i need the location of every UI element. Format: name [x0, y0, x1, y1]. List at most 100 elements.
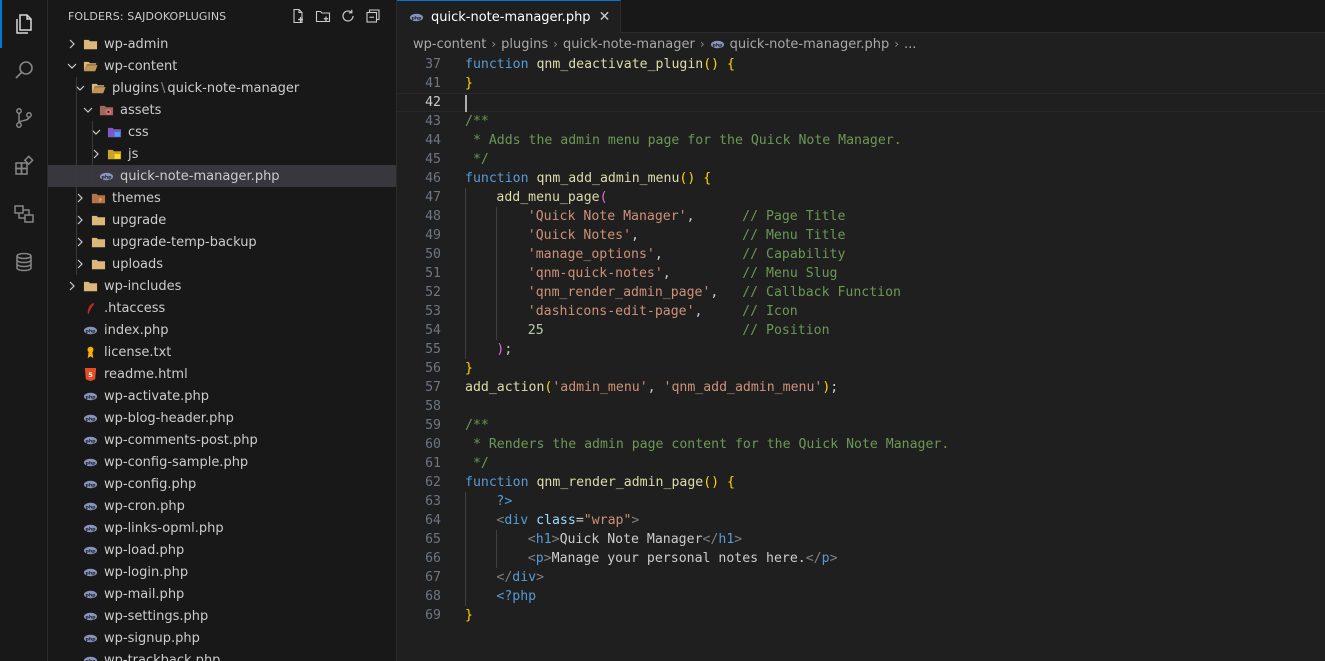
code-line[interactable]: 67 </div> [397, 568, 1325, 587]
tree-folder-wp-content[interactable]: wp-content [48, 55, 396, 77]
close-icon[interactable]: ✕ [599, 9, 611, 25]
svg-text:php: php [411, 15, 422, 21]
database-icon[interactable] [0, 238, 48, 286]
code-line[interactable]: 50 'manage_options', // Capability [397, 245, 1325, 264]
code-line[interactable]: 42 [397, 93, 1325, 112]
code-token: // Icon [742, 304, 798, 319]
tree-file-htaccess[interactable]: .htaccess [48, 297, 396, 319]
tree-file-wp-login-php[interactable]: php wp-login.php [48, 561, 396, 583]
html5-icon: 5 [82, 366, 98, 382]
tree-file-license-txt[interactable]: license.txt [48, 341, 396, 363]
code-token: , [710, 285, 743, 300]
code-line[interactable]: 54 25 // Position [397, 321, 1325, 340]
tree-file-readme-html[interactable]: 5 readme.html [48, 363, 396, 385]
tree-folder-wp-includes[interactable]: wp-includes [48, 275, 396, 297]
editor-area: php quick-note-manager.php ✕ wp-content … [397, 0, 1325, 661]
indent-guide [76, 77, 77, 99]
tree-file-wp-comments-post-php[interactable]: php wp-comments-post.php [48, 429, 396, 451]
tree-file-wp-config-php[interactable]: php wp-config.php [48, 473, 396, 495]
collapse-all-icon[interactable] [364, 7, 382, 25]
code-line[interactable]: 59 /** [397, 416, 1325, 435]
line-number: 45 [425, 152, 441, 167]
breadcrumb-item[interactable]: quick-note-manager [563, 37, 695, 52]
line-number: 53 [425, 304, 441, 319]
refresh-icon[interactable] [339, 7, 357, 25]
code-line[interactable]: 69} [397, 606, 1325, 625]
folder-icon [82, 36, 98, 52]
tree-folder-css[interactable]: css [48, 121, 396, 143]
tree-folder-assets[interactable]: assets [48, 99, 396, 121]
code-token: // Page Title [742, 209, 846, 224]
new-file-icon[interactable] [289, 7, 307, 25]
code-line[interactable]: 58 [397, 397, 1325, 416]
tree-folder-themes[interactable]: themes [48, 187, 396, 209]
tree-file-wp-trackback-php[interactable]: php wp-trackback.php [48, 649, 396, 661]
code-line[interactable]: 57 add_action('admin_menu', 'qnm_add_admi… [397, 378, 1325, 397]
tree-folder-uploads[interactable]: uploads [48, 253, 396, 275]
tree-folder-wp-admin[interactable]: wp-admin [48, 33, 396, 55]
php-file-icon: php [82, 542, 98, 558]
text-cursor [465, 95, 467, 112]
tree-file-quick-note-manager-php[interactable]: php quick-note-manager.php [48, 165, 396, 187]
code-text: <?php [496, 589, 536, 604]
code-token: </ [496, 570, 513, 585]
breadcrumb-item[interactable]: plugins [501, 37, 548, 52]
extensions-icon[interactable] [0, 142, 48, 190]
tree-file-wp-load-php[interactable]: php wp-load.php [48, 539, 396, 561]
folder-open-icon [82, 58, 98, 74]
code-line[interactable]: 47 add_menu_page( [397, 188, 1325, 207]
code-line[interactable]: 52 'qnm_render_admin_page', // Callback F… [397, 283, 1325, 302]
code-line[interactable]: 56} [397, 359, 1325, 378]
code-line[interactable]: 68 <?php [397, 587, 1325, 606]
breadcrumb-item[interactable]: quick-note-manager.php [730, 37, 890, 52]
tree-folder-plugins-quick-note-manager[interactable]: plugins \ quick-note-manager [48, 77, 396, 99]
tree-folder-js[interactable]: js [48, 143, 396, 165]
code-line[interactable]: 63 ?> [397, 492, 1325, 511]
code-line[interactable]: 51 'qnm-quick-notes', // Menu Slug [397, 264, 1325, 283]
tree-file-index-php[interactable]: php index.php [48, 319, 396, 341]
tree-file-wp-settings-php[interactable]: php wp-settings.php [48, 605, 396, 627]
tree-file-wp-links-opml-php[interactable]: php wp-links-opml.php [48, 517, 396, 539]
code-line[interactable]: 37 function qnm_deactivate_plugin() { [397, 55, 1325, 74]
indent-guide [465, 226, 466, 245]
tree-file-wp-activate-php[interactable]: php wp-activate.php [48, 385, 396, 407]
code-line[interactable]: 48 'Quick Note Manager', // Page Title [397, 207, 1325, 226]
indent-guide [76, 187, 77, 209]
source-control-icon[interactable] [0, 94, 48, 142]
code-line[interactable]: 61 */ [397, 454, 1325, 473]
tree-file-wp-config-sample-php[interactable]: php wp-config-sample.php [48, 451, 396, 473]
code-line[interactable]: 44 * Adds the admin menu page for the Qu… [397, 131, 1325, 150]
search-icon[interactable] [0, 46, 48, 94]
code-line[interactable]: 60 * Renders the admin page content for … [397, 435, 1325, 454]
code-line[interactable]: 66 <p>Manage your personal notes here.</p… [397, 549, 1325, 568]
tree-file-wp-blog-header-php[interactable]: php wp-blog-header.php [48, 407, 396, 429]
explorer-icon[interactable] [0, 0, 48, 48]
code-line[interactable]: 64 <div class="wrap"> [397, 511, 1325, 530]
code-line[interactable]: 41} [397, 74, 1325, 93]
line-number: 56 [425, 361, 441, 376]
code-line[interactable]: 55); [397, 340, 1325, 359]
svg-text:php: php [85, 438, 96, 444]
tree-file-wp-signup-php[interactable]: php wp-signup.php [48, 627, 396, 649]
tree-folder-upgrade[interactable]: upgrade [48, 209, 396, 231]
editor-tab-active[interactable]: php quick-note-manager.php ✕ [397, 0, 622, 33]
code-token: > [543, 551, 552, 566]
remote-explorer-icon[interactable] [0, 190, 48, 238]
breadcrumb-item[interactable]: wp-content [413, 37, 486, 52]
code-editor[interactable]: 37 function qnm_deactivate_plugin() {41} 4… [397, 55, 1325, 625]
code-line[interactable]: 45 */ [397, 150, 1325, 169]
chevron-right-icon [72, 256, 88, 272]
code-line[interactable]: 43 /** [397, 112, 1325, 131]
breadcrumb-item[interactable]: ... [904, 37, 916, 52]
code-line[interactable]: 46 function qnm_add_admin_menu() { [397, 169, 1325, 188]
code-line[interactable]: 65 <h1>Quick Note Manager</h1> [397, 530, 1325, 549]
tree-file-wp-mail-php[interactable]: php wp-mail.php [48, 583, 396, 605]
tree-file-wp-cron-php[interactable]: php wp-cron.php [48, 495, 396, 517]
tree-folder-upgrade-temp-backup[interactable]: upgrade-temp-backup [48, 231, 396, 253]
code-line[interactable]: 62 function qnm_render_admin_page() { [397, 473, 1325, 492]
code-line[interactable]: 53 'dashicons-edit-page', // Icon [397, 302, 1325, 321]
new-folder-icon[interactable] [314, 7, 332, 25]
breadcrumb: wp-content › plugins › quick-note-manage… [397, 33, 1325, 55]
svg-text:php: php [85, 548, 96, 554]
code-line[interactable]: 49 'Quick Notes', // Menu Title [397, 226, 1325, 245]
